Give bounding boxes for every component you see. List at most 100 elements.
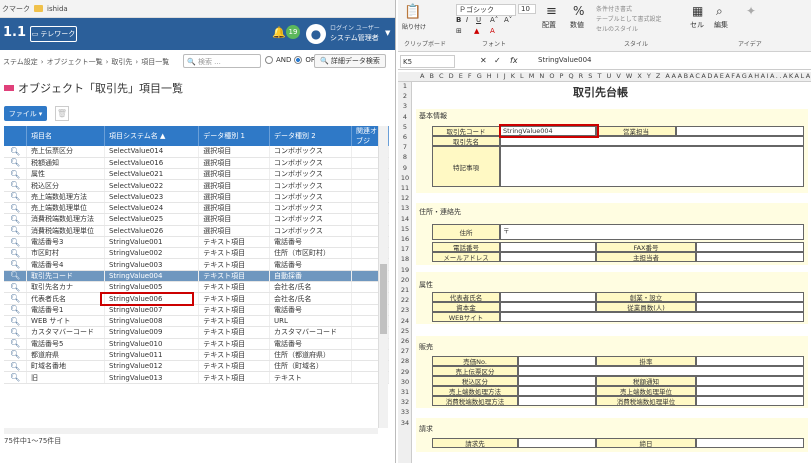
row-number[interactable]: 8 [398, 153, 412, 161]
magnifier-icon[interactable]: 🔍︎ [4, 371, 28, 384]
row-number[interactable]: 13 [398, 204, 412, 212]
magnifier-icon[interactable]: 🔍︎ [4, 191, 28, 203]
telework-button[interactable]: ▭ テレワーク [30, 26, 77, 42]
row-number[interactable]: 12 [398, 194, 412, 202]
confirm-icon[interactable]: ✓ [494, 56, 501, 65]
font-name-select[interactable]: Ｐゴシック [456, 4, 516, 16]
table-row[interactable]: 🔍︎ 旧 StringValue013 テキスト項目 テキスト [4, 371, 389, 384]
italic-button[interactable]: I [466, 16, 468, 24]
cell-ctax-method[interactable] [518, 396, 596, 406]
row-number[interactable]: 33 [398, 408, 412, 416]
cell-sales-no[interactable] [518, 356, 596, 366]
table-row[interactable]: 🔍︎ 消費税端数処理方法 SelectValue025 選択項目 コンボボックス [4, 213, 389, 226]
magnifier-icon[interactable]: 🔍︎ [4, 281, 28, 294]
table-format-button[interactable]: テーブルとして書式設定 [596, 14, 661, 23]
row-number[interactable]: 16 [398, 235, 412, 243]
name-box[interactable]: K5 [400, 55, 455, 68]
percent-icon[interactable]: % [573, 4, 584, 18]
table-row[interactable]: 🔍︎ 電話番号1 StringValue007 テキスト項目 電話番号 [4, 304, 389, 316]
col-type1[interactable]: データ種別 1 [198, 126, 271, 146]
font-grow-button[interactable]: A˄ [490, 16, 498, 24]
row-number[interactable]: 27 [398, 347, 412, 355]
cell-employees[interactable] [696, 302, 804, 312]
table-row[interactable]: 🔍︎ 消費税端数処理単位 SelectValue026 選択項目 コンボボックス [4, 225, 389, 237]
cell-mail[interactable] [500, 252, 596, 262]
scroll-thumb[interactable] [380, 264, 387, 334]
column-header[interactable]: A B C D E F G H I J K L M N O P Q R S T … [398, 72, 811, 82]
row-number[interactable]: 4 [398, 113, 412, 121]
border-button[interactable]: ⊞ [456, 27, 462, 35]
paste-icon[interactable]: 📋 [404, 4, 421, 20]
magnifier-icon[interactable]: 🔍︎ [4, 292, 28, 305]
table-row[interactable]: 🔍︎ 町域名番地 StringValue012 テキスト項目 住所（町域名） [4, 360, 389, 373]
cell-taxnotice[interactable] [696, 376, 804, 386]
table-row[interactable]: 🔍︎ 都道府県 StringValue011 テキスト項目 住所（都道府県） [4, 349, 389, 362]
row-number[interactable]: 30 [398, 378, 412, 386]
cond-format-button[interactable]: 条件付き書式 [596, 4, 632, 13]
magnifier-icon[interactable]: 🔍︎ [4, 326, 28, 339]
row-number[interactable]: 9 [398, 164, 412, 172]
align-icon[interactable]: ≡ [546, 4, 557, 19]
bookmark-folder[interactable]: ishida [47, 5, 68, 13]
row-number[interactable]: 5 [398, 123, 412, 131]
cell-style-button[interactable]: セルのスタイル [596, 24, 638, 33]
row-number[interactable]: 14 [398, 215, 412, 223]
row-number[interactable]: 3 [398, 102, 412, 110]
magnifier-icon[interactable]: 🔍︎ [4, 157, 28, 170]
cell-notes[interactable] [500, 146, 804, 187]
cell-contact[interactable] [696, 252, 804, 262]
cell-web[interactable] [500, 312, 804, 322]
bell-icon[interactable]: 🔔 [272, 26, 286, 39]
cell-label[interactable]: セル [690, 20, 704, 30]
bold-button[interactable]: B [456, 16, 461, 24]
table-row[interactable]: 🔍︎ 市区町村 StringValue002 テキスト項目 住所（市区町村） [4, 247, 389, 260]
search-icon[interactable]: ⌕ [716, 4, 723, 19]
cell-round-unit[interactable] [696, 386, 804, 396]
magnifier-icon[interactable]: 🔍︎ [4, 315, 28, 328]
cell-address[interactable]: 〒 [500, 224, 804, 240]
cell-close-day[interactable] [696, 438, 804, 448]
magnifier-icon[interactable]: 🔍︎ [4, 258, 28, 271]
magnifier-icon[interactable]: 🔍︎ [4, 338, 28, 350]
table-row[interactable]: 🔍︎ 売上伝票区分 SelectValue014 選択項目 コンボボックス [4, 146, 389, 158]
row-number[interactable]: 15 [398, 225, 412, 233]
magnifier-icon[interactable]: 🔍︎ [4, 168, 28, 181]
cell-slip[interactable] [518, 366, 804, 376]
cell-rate[interactable] [696, 356, 804, 366]
cell-founded[interactable] [696, 292, 804, 302]
table-row[interactable]: 🔍︎ 取引先名カナ StringValue005 テキスト項目 会社名/氏名 [4, 281, 389, 294]
magnifier-icon[interactable]: 🔍︎ [4, 179, 28, 192]
row-number[interactable]: 10 [398, 174, 412, 182]
paste-label[interactable]: 貼り付け [402, 22, 426, 31]
row-number[interactable]: 18 [398, 255, 412, 263]
row-number[interactable]: 31 [398, 388, 412, 396]
row-number[interactable]: 32 [398, 398, 412, 406]
magnifier-icon[interactable]: 🔍︎ [4, 225, 28, 237]
row-header[interactable]: 1 2 3 4 5 6 7 8 9 10 11 12 13 14 15 16 17 18 19 20 21 22 23 24 2… [398, 82, 412, 463]
cell-rep[interactable] [500, 292, 596, 302]
row-number[interactable]: 26 [398, 337, 412, 345]
row-number[interactable]: 29 [398, 368, 412, 376]
magnifier-icon[interactable]: 🔍︎ [4, 349, 28, 362]
cell-tel[interactable] [500, 242, 596, 252]
row-number[interactable]: 11 [398, 184, 412, 192]
table-row[interactable]: 🔍︎ カスタマバーコード StringValue009 テキスト項目 カスタマバーコード [4, 326, 389, 339]
table-row[interactable]: 🔍︎ 売上端数処理方法 SelectValue023 選択項目 コンボボックス [4, 191, 389, 203]
table-row[interactable]: 🔍︎ 売上端数処理単位 SelectValue024 選択項目 コンボボックス [4, 202, 389, 215]
col-sysname[interactable]: 項目システム名 ▲ [104, 126, 200, 146]
cell-capital[interactable] [500, 302, 596, 312]
lightbulb-icon[interactable]: ✦ [746, 4, 756, 18]
table-row[interactable]: 🔍︎ 電話番号5 StringValue010 テキスト項目 電話番号 [4, 338, 389, 350]
search-input[interactable]: 🔍 検索 ... [183, 54, 261, 68]
advanced-search-button[interactable]: 🔍 詳細データ検索 [314, 54, 386, 68]
magnifier-icon[interactable]: 🔍︎ [4, 270, 28, 283]
and-radio[interactable] [265, 56, 273, 64]
col-name[interactable]: 項目名 [26, 126, 105, 146]
table-row[interactable]: 🔍︎ 取引先コード StringValue004 テキスト項目 自動採番 [4, 270, 389, 283]
row-number[interactable]: 2 [398, 92, 412, 100]
row-number[interactable]: 19 [398, 266, 412, 274]
edit-label[interactable]: 編集 [714, 20, 728, 30]
cell-fax[interactable] [696, 242, 804, 252]
font-color-button[interactable]: A [490, 27, 495, 35]
breadcrumb-item[interactable]: 取引先 [111, 57, 132, 67]
